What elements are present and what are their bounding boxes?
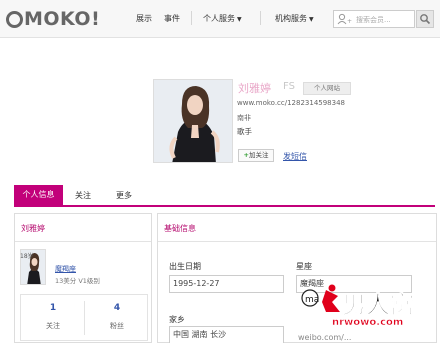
tab-more[interactable]: 更多 <box>116 190 132 201</box>
user-summary-panel: 刘雅婷 18岁 魔羯座 13美分 V1级别 1 关注 4 粉丝 <box>14 213 152 343</box>
top-bar: MOKO! 展示 事件 个人服务 ▼ 机构服务 ▼ + 搜索会员... <box>0 0 440 38</box>
watermark-logo: ma 男人窝 nrwowo.com weibo.com/... <box>298 284 414 342</box>
panel-title: 基础信息 <box>164 224 196 233</box>
follow-button[interactable]: +加关注 <box>238 149 274 162</box>
following-label: 关注 <box>46 322 60 330</box>
search-user-icon: + <box>337 13 352 25</box>
search-placeholder: 搜索会员... <box>356 16 391 24</box>
send-message-link[interactable]: 发短信 <box>283 151 307 162</box>
tab-underline <box>14 205 435 207</box>
user-level-meta: 13美分 V1级别 <box>55 277 100 285</box>
tab-personal-info[interactable]: 个人信息 <box>14 185 63 205</box>
watermark-site: nrwowo.com <box>332 317 403 328</box>
nav-divider <box>260 11 261 25</box>
chevron-down-icon: ▼ <box>309 16 314 23</box>
moko-logo[interactable]: MOKO! <box>6 9 100 29</box>
profile-photo-image <box>154 80 232 162</box>
followers-label: 粉丝 <box>110 322 124 330</box>
user-constellation[interactable]: 魔羯座 <box>55 264 76 274</box>
birthday-label: 出生日期 <box>169 262 201 271</box>
profile-city: 南非 <box>237 114 251 122</box>
hometown-label: 家乡 <box>169 315 185 324</box>
watermark-brand: 男人窝 <box>342 291 414 319</box>
birthday-field[interactable]: 1995-12-27 <box>169 275 284 293</box>
svg-text:ma: ma <box>305 295 319 305</box>
site-watermark: ma 男人窝 nrwowo.com weibo.com/... <box>296 282 440 343</box>
profile-photo[interactable] <box>153 79 233 163</box>
panel-header: 刘雅婷 <box>15 214 151 242</box>
logo-ring-icon <box>6 10 23 28</box>
nav-agency-services[interactable]: 机构服务 ▼ <box>275 13 314 24</box>
profile-name: 刘雅婷 <box>238 82 271 95</box>
nav-agency-label: 机构服务 <box>275 14 307 23</box>
nav-showcase[interactable]: 展示 <box>136 13 152 24</box>
panel-header: 基础信息 <box>158 214 436 242</box>
follow-label: 加关注 <box>248 151 269 159</box>
profile-url[interactable]: www.moko.cc/1282314598348 <box>237 99 345 107</box>
profile-occupation: 歌手 <box>237 127 252 136</box>
nav-personal-services[interactable]: 个人服务 ▼ <box>203 13 242 24</box>
chevron-down-icon: ▼ <box>237 16 242 23</box>
user-age: 18岁 <box>20 253 34 260</box>
search-input[interactable]: + 搜索会员... <box>333 10 415 28</box>
search-icon <box>420 14 431 25</box>
tab-following[interactable]: 关注 <box>75 190 91 201</box>
following-count[interactable]: 1 <box>21 303 85 313</box>
panel-title: 刘雅婷 <box>21 224 45 233</box>
watermark-corner: weibo.com/... <box>298 333 351 342</box>
nav-divider <box>191 11 192 25</box>
follow-stats: 1 关注 4 粉丝 <box>20 294 148 341</box>
nav-personal-label: 个人服务 <box>203 14 235 23</box>
personal-site-badge[interactable]: 个人网站 <box>303 82 351 95</box>
constellation-label: 星座 <box>296 262 312 271</box>
followers-count[interactable]: 4 <box>85 303 149 313</box>
nav-events[interactable]: 事件 <box>164 13 180 24</box>
search-button[interactable] <box>416 10 434 28</box>
hometown-field[interactable]: 中国 湖南 长沙 <box>169 326 284 343</box>
logo-text: MOKO! <box>24 8 101 30</box>
profile-name-suffix: FS <box>283 81 295 92</box>
svg-text:+: + <box>347 18 352 25</box>
